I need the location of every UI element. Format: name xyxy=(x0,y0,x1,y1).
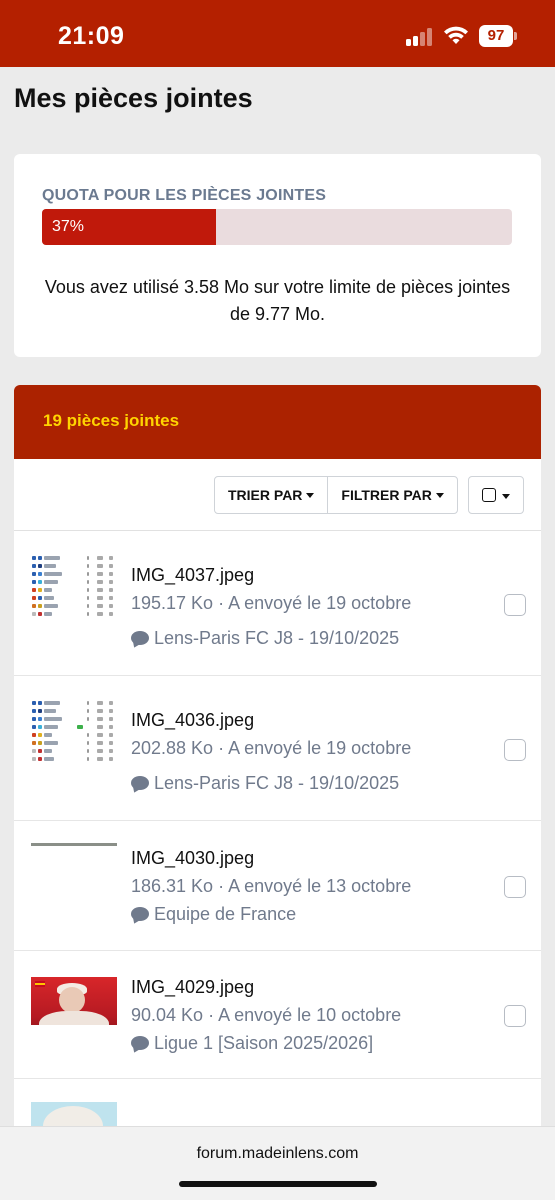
attachment-checkbox[interactable] xyxy=(504,739,526,761)
attachment-topic: Lens-Paris FC J8 - 19/10/2025 xyxy=(154,628,400,648)
attachment-checkbox[interactable] xyxy=(504,876,526,898)
wifi-icon xyxy=(444,26,468,44)
chevron-down-icon xyxy=(502,494,510,499)
status-bar: 21:09 97 xyxy=(0,0,555,67)
comment-icon xyxy=(131,631,149,645)
attachment-thumbnail[interactable] xyxy=(31,977,117,1025)
attachment-topic-link[interactable]: Lens-Paris FC J8 - 19/10/2025 xyxy=(131,628,399,649)
chevron-down-icon xyxy=(306,492,315,498)
attachment-row: IMG_4029.jpeg 90.04 Ko · A envoyé le 10 … xyxy=(14,951,541,1079)
browser-url: forum.madeinlens.com xyxy=(196,1145,359,1162)
attachment-meta: 186.31 Ko · A envoyé le 13 octobre xyxy=(131,876,412,896)
attachment-meta: 195.17 Ko · A envoyé le 19 octobre xyxy=(131,593,412,613)
attachment-row: IMG_4030.jpeg 186.31 Ko · A envoyé le 13… xyxy=(14,821,541,951)
cellular-signal-icon xyxy=(406,28,434,46)
attachment-checkbox[interactable] xyxy=(504,594,526,616)
attachment-filename[interactable]: IMG_4036.jpeg xyxy=(131,710,254,731)
comment-icon xyxy=(131,907,149,921)
quota-card: QUOTA POUR LES PIÈCES JOINTES 37% Vous a… xyxy=(14,154,541,357)
attachment-topic-link[interactable]: Ligue 1 [Saison 2025/2026] xyxy=(131,1033,373,1054)
attachment-thumbnail[interactable] xyxy=(31,843,117,909)
quota-progress-fill: 37% xyxy=(42,209,216,245)
attachment-topic-link[interactable]: Equipe de France xyxy=(131,904,296,925)
attachment-checkbox[interactable] xyxy=(504,1005,526,1027)
sort-button[interactable]: TRIER PAR xyxy=(215,477,327,513)
attachment-filename[interactable]: IMG_4037.jpeg xyxy=(131,565,254,586)
attachment-meta: 90.04 Ko · A envoyé le 10 octobre xyxy=(131,1005,402,1025)
attachment-topic: Lens-Paris FC J8 - 19/10/2025 xyxy=(154,773,400,793)
battery-level: 97 xyxy=(479,25,513,47)
attachment-topic-link[interactable]: Lens-Paris FC J8 - 19/10/2025 xyxy=(131,773,399,794)
attachment-row: IMG_4037.jpeg 195.17 Ko · A envoyé le 19… xyxy=(14,531,541,676)
attachment-thumbnail[interactable] xyxy=(31,700,117,766)
quota-label: QUOTA POUR LES PIÈCES JOINTES xyxy=(42,187,327,204)
sort-button-label: TRIER PAR xyxy=(228,487,303,503)
chevron-down-icon xyxy=(435,492,444,498)
attachments-toolbar: TRIER PAR FILTRER PAR xyxy=(14,459,541,531)
home-indicator[interactable] xyxy=(179,1181,377,1187)
attachment-topic: Equipe de France xyxy=(154,904,297,924)
attachment-thumbnail[interactable] xyxy=(31,555,117,621)
attachments-count: 19 pièces jointes xyxy=(43,411,180,430)
status-time: 21:09 xyxy=(58,22,125,50)
comment-icon xyxy=(131,1036,149,1050)
comment-icon xyxy=(131,776,149,790)
attachments-header: 19 pièces jointes xyxy=(14,385,541,459)
filter-button-label: FILTRER PAR xyxy=(341,487,432,503)
sort-filter-group: TRIER PAR FILTRER PAR xyxy=(214,476,458,514)
attachment-filename[interactable]: IMG_4029.jpeg xyxy=(131,977,254,998)
attachment-filename[interactable]: IMG_4030.jpeg xyxy=(131,848,254,869)
select-all-button[interactable] xyxy=(468,476,524,514)
attachment-list: IMG_4037.jpeg 195.17 Ko · A envoyé le 19… xyxy=(14,531,541,1145)
attachments-panel: 19 pièces jointes TRIER PAR FILTRER PAR xyxy=(14,385,541,1145)
attachment-topic: Ligue 1 [Saison 2025/2026] xyxy=(154,1033,374,1053)
attachment-row: IMG_4036.jpeg 202.88 Ko · A envoyé le 19… xyxy=(14,676,541,821)
attachment-meta: 202.88 Ko · A envoyé le 19 octobre xyxy=(131,738,412,758)
page-title: Mes pièces jointes xyxy=(14,83,253,113)
battery-icon: 97 xyxy=(479,25,517,47)
filter-button[interactable]: FILTRER PAR xyxy=(327,477,456,513)
quota-usage-text: Vous avez utilisé 3.58 Mo sur votre limi… xyxy=(44,277,511,324)
checkbox-icon xyxy=(482,488,496,502)
browser-address-bar[interactable]: forum.madeinlens.com xyxy=(0,1126,555,1200)
quota-progress-bar: 37% xyxy=(42,209,512,245)
